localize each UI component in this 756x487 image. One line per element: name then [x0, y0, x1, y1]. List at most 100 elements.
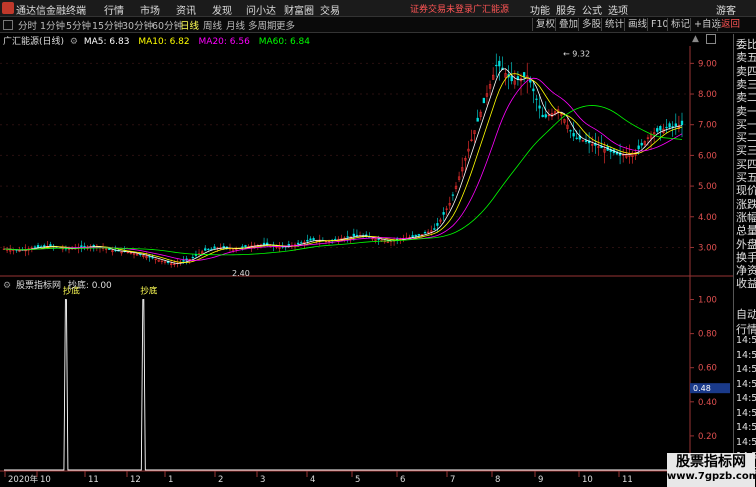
candle-body-215 [668, 123, 671, 128]
menu-service[interactable]: 服务 [556, 2, 576, 17]
candle-body-214 [665, 126, 668, 129]
tick-label-5: 14:56 [736, 378, 756, 390]
candle-body-113 [352, 233, 355, 237]
period-tab-8[interactable]: 月线 [226, 18, 245, 32]
period-tab-5[interactable]: 60分钟 [152, 18, 183, 32]
indicator-title: 股票指标网 [15, 281, 61, 291]
period-tab-4[interactable]: 30分钟 [122, 18, 153, 32]
candle-body-142 [442, 212, 445, 215]
candle-body-99 [309, 238, 312, 241]
candle-body-11 [36, 245, 40, 248]
app-title: 通达信金融终端 [16, 6, 86, 17]
indicator-label: 抄底: 0.00 [67, 281, 112, 291]
period-tab-9[interactable]: 多周期 [248, 18, 277, 32]
x-label-5: 2 [218, 475, 223, 485]
y-tick-label-5: 4.00 [698, 213, 717, 223]
indicator-line [4, 299, 688, 471]
menu-formula[interactable]: 公式 [582, 2, 602, 17]
candle-body-174 [541, 114, 544, 118]
candle-body-134 [417, 234, 420, 236]
y-tick-label-4: 5.00 [698, 182, 717, 192]
y-tick-label-6: 3.00 [698, 243, 717, 253]
ind-tick-label-1: 0.80 [698, 330, 717, 340]
ind-tick-label-4: 0.20 [698, 432, 717, 442]
ma-line-2 [3, 77, 683, 261]
candle-body-121 [377, 238, 380, 240]
expand-icon[interactable]: ▲ [692, 34, 699, 44]
y-tick-label-1: 8.00 [698, 90, 717, 100]
grid-icon[interactable] [3, 20, 13, 30]
menu-wealth[interactable]: 财富圈 [284, 2, 314, 17]
tick-label-2: 14:56 [736, 335, 756, 346]
candle-body-136 [423, 231, 427, 234]
candle-body-185 [575, 137, 578, 139]
x-label-2: 11 [88, 475, 99, 485]
candle-body-67 [210, 248, 213, 250]
candle-body-140 [436, 223, 439, 226]
ind-tick-label-2: 0.60 [698, 364, 717, 374]
menu-ask[interactable]: 问小达 [246, 2, 276, 17]
menu-function[interactable]: 功能 [530, 2, 550, 17]
period-tab-10[interactable]: 更多 [276, 18, 295, 32]
x-label-12: 9 [538, 475, 543, 485]
candle-body-100 [312, 238, 315, 241]
candle-body-10 [33, 246, 37, 248]
period-tab-2[interactable]: 5分钟 [66, 18, 91, 32]
candle-body-188 [584, 140, 588, 142]
menu-market[interactable]: 行情 [104, 2, 124, 17]
window-icon[interactable] [706, 34, 716, 44]
candle-body-58 [182, 260, 185, 262]
menu-markets[interactable]: 市场 [140, 2, 160, 17]
candle-body-78 [244, 245, 247, 248]
indicator-settings-icon[interactable]: ⚙ [3, 281, 11, 291]
menu-news[interactable]: 资讯 [176, 2, 196, 17]
menu-options[interactable]: 选项 [608, 2, 628, 17]
tool-back[interactable]: 返回 [717, 18, 743, 31]
period-tab-7[interactable]: 周线 [203, 18, 222, 32]
candle-body-164 [510, 75, 513, 82]
candle-body-172 [535, 98, 538, 100]
period-tab-0[interactable]: 分时 [18, 18, 37, 32]
login-notice[interactable]: 证券交易未登录 [410, 2, 473, 15]
candle-body-216 [671, 126, 674, 128]
x-label-4: 1 [168, 475, 173, 485]
menu-discover[interactable]: 发现 [212, 2, 232, 17]
chart-area[interactable]: 9.00 8.00 7.00 6.00 5.00 4.00 3.00 ← 9.32 2.40 1.… [0, 46, 733, 487]
candle-body-111 [346, 236, 349, 238]
candle-body-68 [213, 246, 216, 249]
quote-panel: 委比 卖五 卖四 卖三 卖二 卖一 买一 买二 买三 买四 买五 现价 涨跌 涨幅 总量 外盘 换手 净资 收益 自动… [733, 34, 756, 487]
candle-body-44 [139, 253, 142, 256]
candle-body-98 [306, 239, 309, 242]
y-tick-label-2: 7.00 [698, 121, 717, 131]
menu-trade[interactable]: 交易 [320, 2, 340, 17]
ma-info-bar: 广汇能源(日线) ⚙ MA5: 6.83 MA10: 6.82 MA20: 6.… [0, 34, 690, 47]
broker-notice: 广汇能源 [473, 5, 510, 15]
candle-body-170 [529, 79, 532, 83]
watermark-text: 股票指标网 [676, 454, 746, 470]
tick-label-6: 14:56 [736, 393, 756, 404]
candle-body-66 [207, 248, 210, 250]
y-tick-label-3: 6.00 [698, 151, 717, 161]
period-tab-3[interactable]: 15分钟 [92, 18, 123, 32]
candle-body-61 [191, 256, 194, 259]
low-label: 2.40 [232, 269, 250, 278]
ma-line-0 [3, 68, 683, 264]
high-label: ← 9.32 [563, 50, 590, 59]
indicator-info-bar: ⚙ 股票指标网 抄底: 0.00 [0, 278, 700, 291]
ind-tick-label-0: 1.00 [698, 296, 717, 306]
candle-body-77 [241, 246, 244, 248]
candle-body-145 [451, 194, 455, 196]
menu-guest[interactable]: 游客 [716, 2, 736, 17]
y-tick-label-0: 9.00 [698, 59, 717, 69]
candle-body-114 [355, 234, 359, 237]
tick-label-9: 14:56 [736, 436, 756, 448]
x-label-1: 10 [40, 475, 51, 485]
candle-body-133 [414, 234, 417, 237]
period-tab-1[interactable]: 1分钟 [40, 18, 65, 32]
candle-body-160 [498, 60, 501, 67]
period-tab-6[interactable]: 日线 [180, 18, 199, 32]
candle-body-48 [151, 257, 154, 259]
candle-body-47 [148, 256, 151, 258]
candle-body-62 [194, 254, 198, 256]
tick-label-8: 14:56 [736, 422, 756, 433]
